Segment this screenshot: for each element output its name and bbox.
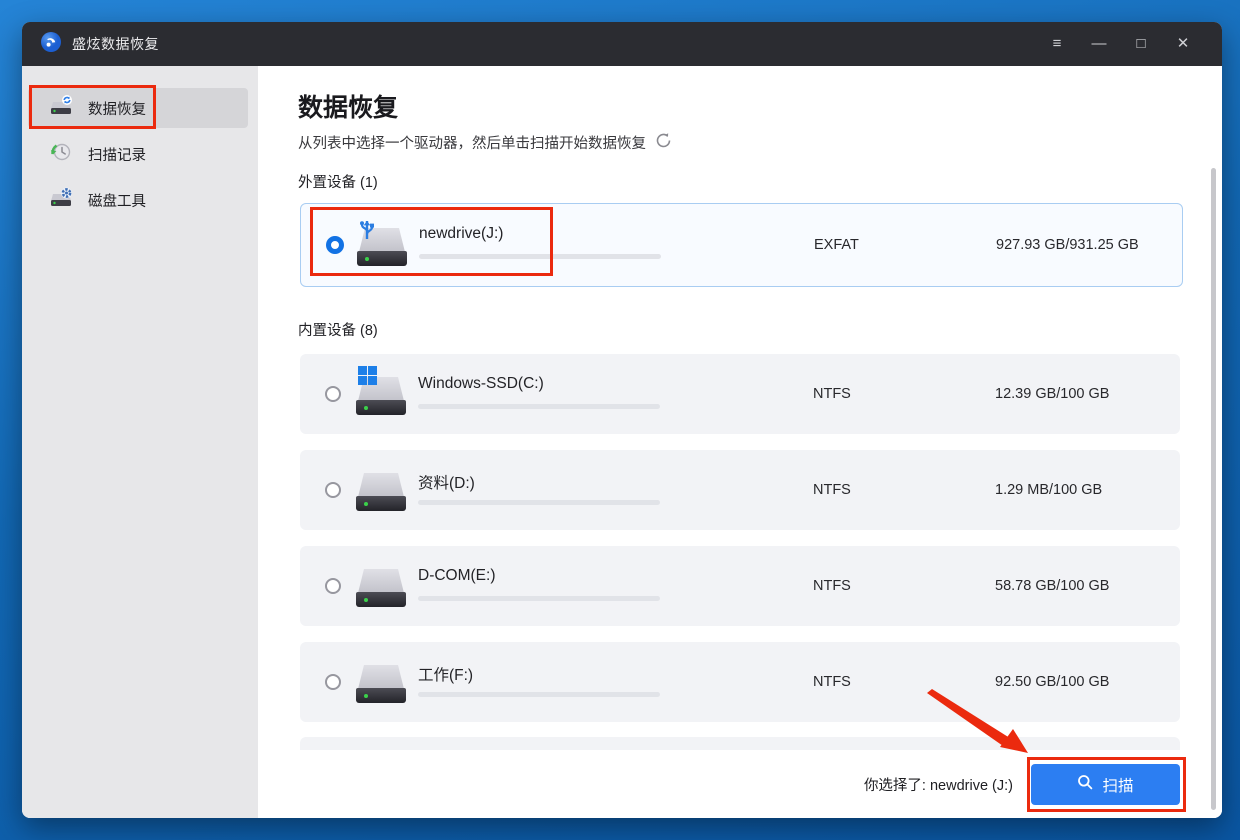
sidebar: 数据恢复 扫描记录 [22,66,258,818]
refresh-icon[interactable] [655,132,672,153]
selection-text: 你选择了: newdrive (J:) [864,774,1013,795]
window-controls: ≡ — □ ✕ [1036,22,1204,66]
radio-button[interactable] [325,674,341,690]
sidebar-item-label: 数据恢复 [88,98,146,119]
sidebar-item-scan-history[interactable]: 扫描记录 [28,134,248,174]
device-row-external[interactable]: newdrive(J:) EXFAT 927.93 GB/931.25 GB [300,203,1183,287]
capacity-label: 1.29 MB/100 GB [995,482,1102,498]
menu-icon[interactable]: ≡ [1036,22,1078,66]
sidebar-item-label: 磁盘工具 [88,190,146,211]
device-row-internal[interactable]: 工作(F:) NTFS 92.50 GB/100 GB [300,642,1180,722]
radio-button-selected[interactable] [326,236,344,254]
filesystem-label: NTFS [813,482,851,498]
title-bar: 盛炫数据恢复 ≡ — □ ✕ [22,22,1222,66]
app-logo-icon [40,31,62,58]
clock-history-icon [48,140,74,168]
usage-bar [418,596,660,601]
subtitle-text: 从列表中选择一个驱动器，然后单击扫描开始数据恢复 [298,132,646,153]
maximize-icon[interactable]: □ [1120,22,1162,66]
filesystem-label: NTFS [813,578,851,594]
sidebar-item-data-recovery[interactable]: 数据恢复 [28,88,248,128]
drive-gear-icon [48,186,74,214]
device-name: newdrive(J:) [419,225,503,243]
usage-bar [418,692,660,697]
drive-icon [356,466,406,514]
internal-devices-label: 内置设备 (8) [298,319,378,340]
radio-button[interactable] [325,578,341,594]
device-name: Windows-SSD(C:) [418,375,544,393]
device-name: D-COM(E:) [418,567,496,585]
drive-icon [356,562,406,610]
usb-drive-icon [357,221,407,269]
scan-button-label: 扫描 [1102,774,1133,796]
device-row-internal[interactable]: D-COM(E:) NTFS 58.78 GB/100 GB [300,546,1180,626]
usage-bar [418,500,660,505]
app-title: 盛炫数据恢复 [72,34,159,54]
usage-bar [418,404,660,409]
close-icon[interactable]: ✕ [1162,22,1204,66]
minimize-icon[interactable]: — [1078,22,1120,66]
desktop: 盛炫数据恢复 ≡ — □ ✕ [0,0,1240,840]
capacity-label: 927.93 GB/931.25 GB [996,237,1139,253]
capacity-label: 12.39 GB/100 GB [995,386,1109,402]
app-window: 盛炫数据恢复 ≡ — □ ✕ [22,22,1222,818]
sidebar-item-label: 扫描记录 [88,144,146,165]
scan-button[interactable]: 扫描 [1031,764,1180,805]
windows-drive-icon [356,370,406,418]
page-subtitle: 从列表中选择一个驱动器，然后单击扫描开始数据恢复 [298,132,672,153]
filesystem-label: EXFAT [814,237,859,253]
device-row-partial[interactable] [300,737,1180,750]
capacity-label: 58.78 GB/100 GB [995,578,1109,594]
search-icon [1077,774,1093,795]
footer-bar: 你选择了: newdrive (J:) 扫描 [864,764,1180,805]
scrollbar[interactable] [1211,168,1216,810]
drive-icon [356,658,406,706]
device-row-internal[interactable]: Windows-SSD(C:) NTFS 12.39 GB/100 GB [300,354,1180,434]
capacity-label: 92.50 GB/100 GB [995,674,1109,690]
external-devices-label: 外置设备 (1) [298,171,378,192]
radio-button[interactable] [325,386,341,402]
drive-refresh-icon [48,94,74,122]
device-name: 资料(D:) [418,471,475,493]
usage-bar [419,254,661,259]
page-title: 数据恢复 [298,88,398,124]
device-row-internal[interactable]: 资料(D:) NTFS 1.29 MB/100 GB [300,450,1180,530]
radio-button[interactable] [325,482,341,498]
device-name: 工作(F:) [418,663,473,685]
filesystem-label: NTFS [813,674,851,690]
sidebar-item-disk-tools[interactable]: 磁盘工具 [28,180,248,220]
filesystem-label: NTFS [813,386,851,402]
